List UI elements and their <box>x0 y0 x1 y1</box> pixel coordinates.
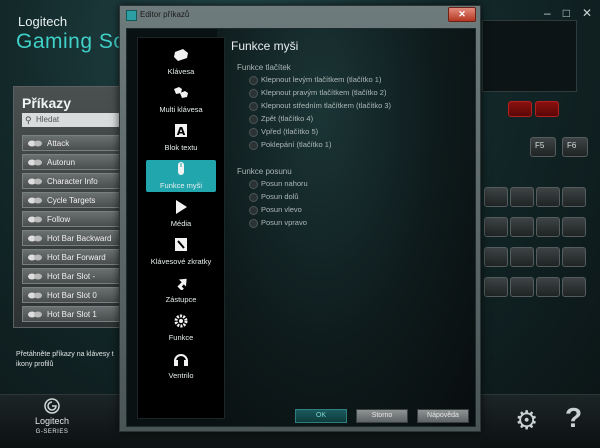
keyboard-red-key[interactable] <box>535 101 559 117</box>
help-icon[interactable]: ? <box>565 402 582 434</box>
command-item[interactable]: Hot Bar Slot 1 <box>22 306 122 322</box>
sidebar-item-key[interactable]: Klávesa <box>146 46 216 78</box>
radio-button[interactable] <box>249 219 258 228</box>
ok-button[interactable]: OK <box>295 409 347 423</box>
keyboard-key[interactable] <box>536 187 560 207</box>
radio-button[interactable] <box>249 180 258 189</box>
command-icon <box>28 216 42 223</box>
function-gear-icon <box>174 314 188 328</box>
scroll-functions-group-title: Funkce posunu <box>237 167 292 176</box>
command-icon <box>28 311 42 318</box>
cancel-button[interactable]: Storno <box>356 409 408 423</box>
lcd-panel <box>482 20 577 92</box>
command-item[interactable]: Hot Bar Slot 0 <box>22 287 122 303</box>
keyboard-key[interactable] <box>484 187 508 207</box>
mouse-icon <box>178 162 184 175</box>
settings-gear-icon[interactable]: ⚙ <box>515 405 538 436</box>
sidebar-item-multikey[interactable]: Multi klávesa <box>146 84 216 116</box>
commands-panel: Příkazy ⚲ Hledat Attack Autorun Characte… <box>13 86 123 328</box>
keyboard-key[interactable] <box>510 277 534 297</box>
button-functions-group-title: Funkce tlačítek <box>237 63 291 72</box>
logitech-g-icon <box>44 398 60 414</box>
command-icon <box>28 273 42 280</box>
keyboard-key[interactable]: F5 <box>530 137 556 157</box>
command-item[interactable]: Attack <box>22 135 122 151</box>
function-category-sidebar: Klávesa Multi klávesa A Blok textu Funkc… <box>137 37 225 419</box>
keyboard-key[interactable] <box>562 277 586 297</box>
search-icon: ⚲ <box>25 115 32 125</box>
keyboard-red-key[interactable] <box>508 101 532 117</box>
command-item[interactable]: Cycle Targets <box>22 192 122 208</box>
keyboard-key[interactable] <box>536 217 560 237</box>
close-button[interactable]: ✕ <box>582 6 592 20</box>
command-item[interactable]: Hot Bar Forward <box>22 249 122 265</box>
radio-button[interactable] <box>249 193 258 202</box>
sidebar-item-media[interactable]: Média <box>146 198 216 230</box>
keyboard-key[interactable] <box>510 247 534 267</box>
text-block-icon: A <box>175 124 187 138</box>
command-icon <box>28 254 42 261</box>
dialog-close-button[interactable]: ✕ <box>448 7 476 22</box>
command-icon <box>28 292 42 299</box>
keyboard-image: F5 F6 <box>480 95 600 345</box>
shortcut-arrow-icon <box>177 278 187 290</box>
radio-button[interactable] <box>249 128 258 137</box>
radio-button[interactable] <box>249 141 258 150</box>
svg-text:A: A <box>177 125 186 138</box>
command-icon <box>28 140 42 147</box>
sidebar-item-text-block[interactable]: A Blok textu <box>146 122 216 154</box>
command-item[interactable]: Autorun <box>22 154 122 170</box>
keyboard-key[interactable] <box>562 247 586 267</box>
command-item[interactable]: Character Info <box>22 173 122 189</box>
radio-button[interactable] <box>249 102 258 111</box>
sidebar-item-function[interactable]: Funkce <box>146 312 216 344</box>
minimize-button[interactable]: – <box>544 6 551 20</box>
keyboard-key[interactable] <box>536 247 560 267</box>
command-item[interactable]: Follow <box>22 211 122 227</box>
radio-button[interactable] <box>249 206 258 215</box>
command-editor-dialog: Editor příkazů ✕ Klávesa Multi klávesa A… <box>119 5 481 432</box>
command-icon <box>28 197 42 204</box>
headset-icon <box>174 354 188 366</box>
sidebar-item-shortcut[interactable]: Zástupce <box>146 274 216 306</box>
command-icon <box>28 178 42 185</box>
command-icon <box>28 235 42 242</box>
radio-button[interactable] <box>249 89 258 98</box>
keyboard-key[interactable] <box>562 187 586 207</box>
dialog-titlebar[interactable]: Editor příkazů ✕ <box>120 6 480 24</box>
command-item[interactable]: Hot Bar Slot - <box>22 268 122 284</box>
command-item[interactable]: Hot Bar Backward <box>22 230 122 246</box>
play-icon <box>176 200 187 214</box>
keyboard-key[interactable] <box>484 277 508 297</box>
keyboard-key[interactable]: F6 <box>562 137 588 157</box>
help-button[interactable]: Nápověda <box>417 409 469 423</box>
key-icon <box>174 49 188 61</box>
sidebar-item-ventrilo[interactable]: Ventrilo <box>146 350 216 382</box>
command-icon <box>28 159 42 166</box>
keyboard-key[interactable] <box>562 217 586 237</box>
maximize-button[interactable]: □ <box>563 6 570 20</box>
drag-hint-text: Přetáhněte příkazy na klávesy t ikony pr… <box>16 351 114 368</box>
panel-title: Funkce myši <box>231 39 299 53</box>
keyboard-key[interactable] <box>510 187 534 207</box>
search-input[interactable]: ⚲ Hledat <box>22 113 122 127</box>
keyboard-key[interactable] <box>484 217 508 237</box>
keyboard-key[interactable] <box>510 217 534 237</box>
logitech-gseries-logo: Logitech G-SERIES <box>30 398 74 435</box>
commands-title: Příkazy <box>22 95 72 111</box>
dialog-app-icon <box>126 10 137 21</box>
dialog-body: Klávesa Multi klávesa A Blok textu Funkc… <box>126 28 476 427</box>
brand-label: Logitech <box>18 14 68 29</box>
commands-list: Attack Autorun Character Info Cycle Targ… <box>22 135 122 325</box>
keyboard-key[interactable] <box>536 277 560 297</box>
dialog-title: Editor příkazů <box>140 10 190 19</box>
radio-button[interactable] <box>249 76 258 85</box>
radio-button[interactable] <box>249 115 258 124</box>
sidebar-item-mouse-functions[interactable]: Funkce myši <box>146 160 216 192</box>
sidebar-item-hotkeys[interactable]: Klávesové zkratky <box>146 236 216 268</box>
multikey-icon <box>174 87 188 98</box>
hotkey-icon <box>175 238 187 251</box>
keyboard-key[interactable] <box>484 247 508 267</box>
window-controls: – □ ✕ <box>544 6 592 20</box>
